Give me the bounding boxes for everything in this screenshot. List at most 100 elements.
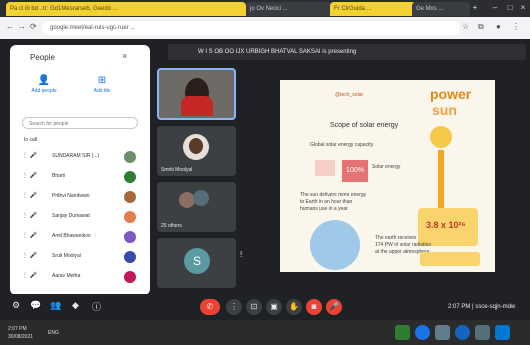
address-bar-row: ← → ⟳ google.meet/eal-ruis-ugc-ruer ... … bbox=[0, 17, 530, 39]
add-tile-label: Add tile bbox=[93, 88, 111, 94]
participant-name: Prithvi Nandwani bbox=[52, 193, 90, 199]
add-people-label: Add people bbox=[31, 88, 57, 94]
presented-slide: power sun @tech_solar Scope of solar ene… bbox=[280, 80, 495, 272]
add-people-button[interactable]: 👤 Add people bbox=[24, 75, 64, 94]
reload-icon[interactable]: ⟳ bbox=[30, 22, 37, 31]
tab-meet[interactable]: Pa cl ib bd ..tr: Gd1Mesrarseb, Geedo ..… bbox=[6, 2, 246, 16]
avatar bbox=[124, 231, 136, 243]
participant-name: SUNDARAM SIR (...) bbox=[52, 153, 100, 159]
person-body bbox=[181, 96, 213, 116]
participant-controls-icon[interactable]: ⋮ 🎤 bbox=[22, 172, 48, 179]
people-icon[interactable]: 👥 bbox=[50, 300, 61, 311]
more-actions-icon[interactable]: ⚙ bbox=[12, 300, 20, 311]
profile-icon[interactable]: ● bbox=[496, 22, 501, 31]
extensions-icon[interactable]: ⧉ bbox=[478, 22, 484, 32]
mic-button[interactable]: 🎤 bbox=[326, 299, 342, 315]
participant-name: Aarav Mehta bbox=[52, 273, 81, 279]
minimize-icon[interactable]: – bbox=[490, 3, 500, 13]
app-icon[interactable] bbox=[395, 325, 410, 340]
video-tile-s[interactable]: S bbox=[157, 238, 236, 288]
menu-icon[interactable]: ⋮ bbox=[512, 22, 520, 31]
chat-icon[interactable]: 💬 bbox=[30, 300, 41, 311]
slide-brand: power bbox=[430, 86, 472, 102]
star-icon[interactable]: ☆ bbox=[462, 22, 469, 31]
participant-controls-icon[interactable]: ⋮ 🎤 bbox=[22, 252, 48, 259]
camera-button[interactable]: ◙ bbox=[306, 299, 322, 315]
participant-row[interactable]: ⋮ 🎤 Sruti Moolyal bbox=[22, 249, 138, 265]
slide-handle: @tech_solar bbox=[335, 92, 364, 98]
big-number: 3.8 x 10²⁶ bbox=[426, 220, 466, 230]
add-tile-button[interactable]: ⊞ Add tile bbox=[82, 75, 122, 94]
search-input[interactable]: Search for people bbox=[22, 117, 138, 129]
forward-icon[interactable]: → bbox=[18, 22, 26, 31]
tile-name: Smriti Moolyal bbox=[161, 167, 193, 173]
taskbar-time: 2:07 PM bbox=[8, 326, 27, 332]
files-icon[interactable] bbox=[435, 325, 450, 340]
slide-brand-2: sun bbox=[432, 102, 457, 118]
slide-line: Global solar energy capacity bbox=[310, 142, 374, 148]
new-tab-icon[interactable]: + bbox=[470, 3, 480, 13]
people-title: People bbox=[30, 53, 55, 62]
participant-row[interactable]: ⋮ 🎤 Aarav Mehta bbox=[22, 269, 138, 285]
tab-2[interactable]: jo Ov Neoci ... bbox=[246, 2, 332, 16]
meeting-controls: ⚙ 💬 👥 ◆ ⓘ ✆ ⋮ ⊡ ▣ ✋ ◙ 🎤 2:07 PM | ssce-s… bbox=[0, 294, 530, 320]
slide-line: 174 PW of solar radiation bbox=[375, 242, 432, 248]
avatar-letter: S bbox=[184, 248, 210, 274]
edge-icon[interactable] bbox=[455, 325, 470, 340]
people-panel: × People People 👤 Add people ⊞ Add tile … bbox=[10, 45, 150, 295]
close-panel-icon[interactable]: × bbox=[122, 51, 127, 61]
stat-card-small bbox=[420, 252, 480, 266]
participant-controls-icon[interactable]: ⋮ 🎤 bbox=[22, 232, 48, 239]
raise-hand-button[interactable]: ✋ bbox=[286, 299, 302, 315]
taskbar-lang: ENG bbox=[48, 330, 59, 336]
participant-controls-icon[interactable]: ⋮ 🎤 bbox=[22, 272, 48, 279]
video-tile-smriti[interactable]: Smriti Moolyal bbox=[157, 126, 236, 176]
avatar bbox=[124, 251, 136, 263]
more-options-icon[interactable]: ! bbox=[240, 250, 242, 259]
end-call-button[interactable]: ✆ bbox=[200, 299, 220, 315]
participant-name: Bharti bbox=[52, 173, 66, 179]
participant-controls-icon[interactable]: ⋮ 🎤 bbox=[22, 192, 48, 199]
avatar bbox=[124, 191, 136, 203]
avatar bbox=[124, 151, 136, 163]
slide-box bbox=[315, 160, 335, 176]
captions-button[interactable]: ▣ bbox=[266, 299, 282, 315]
app-icon[interactable] bbox=[475, 325, 490, 340]
avatar bbox=[124, 271, 136, 283]
chrome-icon[interactable] bbox=[415, 325, 430, 340]
participant-row[interactable]: ⋮ 🎤 Amit Bhawanikoo bbox=[22, 229, 138, 245]
back-icon[interactable]: ← bbox=[6, 22, 14, 31]
tile-add-icon: ⊞ bbox=[97, 75, 107, 86]
video-tile-presenter[interactable] bbox=[157, 68, 236, 120]
video-tile-others[interactable]: 25 others bbox=[157, 182, 236, 232]
close-icon[interactable]: × bbox=[518, 3, 528, 13]
participant-row[interactable]: ⋮ 🎤 Prithvi Nandwani bbox=[22, 189, 138, 205]
participant-controls-icon[interactable]: ⋮ 🎤 bbox=[22, 152, 48, 159]
url-input[interactable]: google.meet/eal-ruis-ugc-ruer ... bbox=[42, 21, 460, 35]
maximize-icon[interactable]: □ bbox=[505, 3, 515, 13]
avatar-face bbox=[189, 138, 203, 154]
start-icon[interactable] bbox=[495, 325, 510, 340]
activities-icon[interactable]: ◆ bbox=[72, 300, 79, 311]
participant-controls-icon[interactable]: ⋮ 🎤 bbox=[22, 212, 48, 219]
participant-row[interactable]: ⋮ 🎤 Sanjay Dumawat bbox=[22, 209, 138, 225]
taskbar-date: 30/08/2021 bbox=[8, 334, 34, 340]
in-call-label: In call bbox=[24, 137, 38, 143]
slide-line: to Earth in an hour than bbox=[300, 199, 353, 205]
slide-line: The sun delivers more energy bbox=[300, 192, 367, 198]
participant-name: Sanjay Dumawat bbox=[52, 213, 90, 219]
avatar bbox=[124, 211, 136, 223]
participant-row[interactable]: ⋮ 🎤 Bharti bbox=[22, 169, 138, 185]
info-icon[interactable]: ⓘ bbox=[92, 300, 101, 313]
present-button[interactable]: ⊡ bbox=[246, 299, 262, 315]
browser-tab-bar: Pa cl ib bd ..tr: Gd1Mesrarseb, Geedo ..… bbox=[0, 0, 530, 17]
slide-line: The earth receives bbox=[375, 235, 417, 241]
tab-4[interactable]: Ge Mxs ... bbox=[412, 2, 470, 16]
participant-row[interactable]: ⋮ 🎤 SUNDARAM SIR (...) bbox=[22, 149, 138, 165]
person-add-icon: 👤 bbox=[37, 75, 51, 86]
participant-name: Sruti Moolyal bbox=[52, 253, 81, 259]
sun-icon bbox=[430, 126, 452, 148]
tab-3[interactable]: Fr ClrGuida ... bbox=[330, 2, 416, 16]
more-options-button[interactable]: ⋮ bbox=[226, 299, 242, 315]
os-taskbar: 2:07 PM 30/08/2021 ENG bbox=[0, 320, 530, 345]
